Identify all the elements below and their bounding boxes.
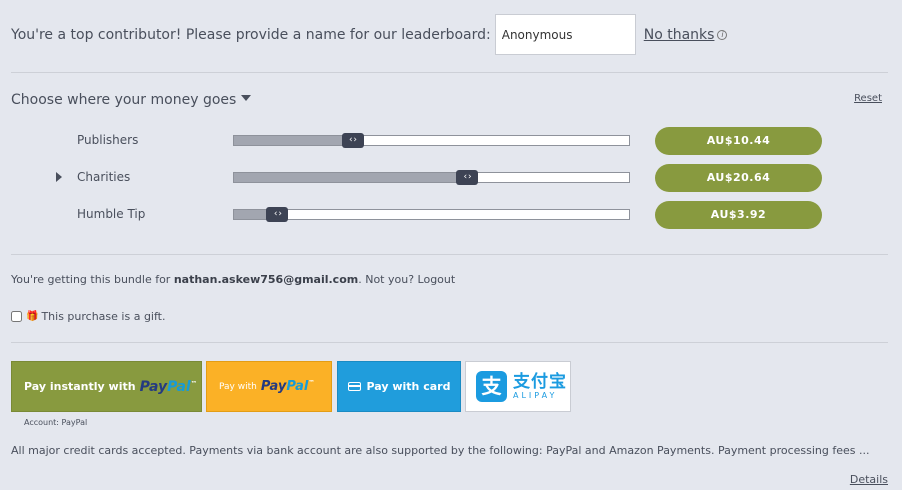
- slider-handle[interactable]: ‹ ›: [266, 207, 289, 222]
- credit-card-icon: [347, 382, 361, 391]
- logout-link[interactable]: . Not you? Logout: [358, 273, 455, 286]
- allocation-row-charities: Charities ‹ › AU$20.64: [0, 164, 902, 192]
- pay-instantly-paypal-button[interactable]: Pay instantly with PayPal™: [11, 361, 202, 412]
- alipay-cn-text: 支付宝: [513, 371, 567, 392]
- pay-with-card-button[interactable]: Pay with card: [337, 361, 461, 412]
- account-line: You're getting this bundle for nathan.as…: [11, 273, 455, 286]
- reset-link[interactable]: Reset: [854, 93, 882, 104]
- pay-instantly-label: Pay instantly with: [24, 380, 136, 393]
- gift-checkbox[interactable]: [11, 311, 22, 322]
- alipay-icon: 支: [476, 371, 507, 402]
- payment-notice: All major credit cards accepted. Payment…: [11, 444, 870, 457]
- slider-fill: [234, 136, 353, 145]
- divider-top: [11, 72, 888, 73]
- amount-pill[interactable]: AU$20.64: [655, 164, 822, 192]
- paypal-logo: PayPal™: [139, 378, 197, 395]
- info-icon[interactable]: i: [717, 29, 728, 40]
- slider-handle[interactable]: ‹ ›: [341, 133, 364, 148]
- caret-down-icon: [241, 95, 252, 101]
- pay-with-paypal-button[interactable]: Pay with PayPal™: [206, 361, 332, 412]
- allocation-row-publishers: Publishers ‹ › AU$10.44: [0, 127, 902, 155]
- leaderboard-name-input[interactable]: [494, 14, 636, 55]
- divider-middle: [11, 254, 888, 255]
- details-link[interactable]: Details: [850, 473, 888, 486]
- gift-option[interactable]: 🎁 This purchase is a gift.: [11, 310, 165, 323]
- alipay-en-text: ALIPAY: [513, 390, 558, 400]
- allocation-slider[interactable]: ‹ ›: [233, 170, 630, 185]
- alipay-logo: 支付宝 ALIPAY: [513, 373, 567, 401]
- allocation-slider[interactable]: ‹ ›: [233, 133, 630, 148]
- amount-pill[interactable]: AU$10.44: [655, 127, 822, 155]
- expand-caret-icon[interactable]: [56, 172, 62, 182]
- account-prefix: You're getting this bundle for: [11, 273, 174, 286]
- alipay-button[interactable]: 支 支付宝 ALIPAY: [465, 361, 571, 412]
- row-label: Charities: [77, 170, 131, 184]
- choose-money-heading: Choose where your money goes: [11, 92, 237, 108]
- slider-fill: [234, 173, 468, 182]
- leaderboard-prompt: You're a top contributor! Please provide…: [11, 14, 728, 55]
- divider-bottom: [11, 342, 888, 343]
- allocation-slider[interactable]: ‹ ›: [233, 207, 630, 222]
- allocation-row-humble-tip: Humble Tip ‹ › AU$3.92: [0, 201, 902, 229]
- gift-label: This purchase is a gift.: [41, 310, 166, 323]
- no-thanks-link[interactable]: No thanks: [644, 27, 715, 43]
- slider-handle[interactable]: ‹ ›: [456, 170, 479, 185]
- paypal-logo: PayPal™: [260, 379, 315, 394]
- account-email: nathan.askew756@gmail.com: [173, 273, 359, 286]
- row-label: Publishers: [77, 133, 139, 147]
- pay-with-label: Pay with: [219, 381, 257, 392]
- gift-icon: 🎁: [26, 311, 39, 322]
- choose-money-dropdown[interactable]: Choose where your money goes: [11, 92, 252, 108]
- pay-with-card-label: Pay with card: [366, 380, 451, 393]
- row-label: Humble Tip: [77, 207, 146, 221]
- leaderboard-prompt-text: You're a top contributor! Please provide…: [11, 26, 491, 43]
- amount-pill[interactable]: AU$3.92: [655, 201, 822, 229]
- payment-account-label: Account: PayPal: [24, 418, 88, 427]
